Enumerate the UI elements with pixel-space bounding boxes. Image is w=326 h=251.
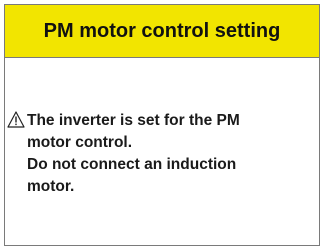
label-header: PM motor control setting	[5, 5, 319, 58]
warning-line-4: motor.	[27, 178, 75, 195]
warning-line-3: Do not connect an induction	[27, 156, 237, 173]
warning-line-2: motor control.	[27, 134, 133, 151]
warning-triangle-icon	[7, 111, 25, 128]
warning-label: PM motor control setting The inverter is…	[4, 4, 320, 246]
label-title: PM motor control setting	[43, 19, 281, 42]
warning-line-1: The inverter is set for the PM	[27, 112, 240, 129]
warning-row: The inverter is set for the PM motor con…	[5, 110, 319, 198]
label-body: The inverter is set for the PM motor con…	[5, 58, 319, 198]
warning-text: The inverter is set for the PM motor con…	[27, 110, 317, 198]
